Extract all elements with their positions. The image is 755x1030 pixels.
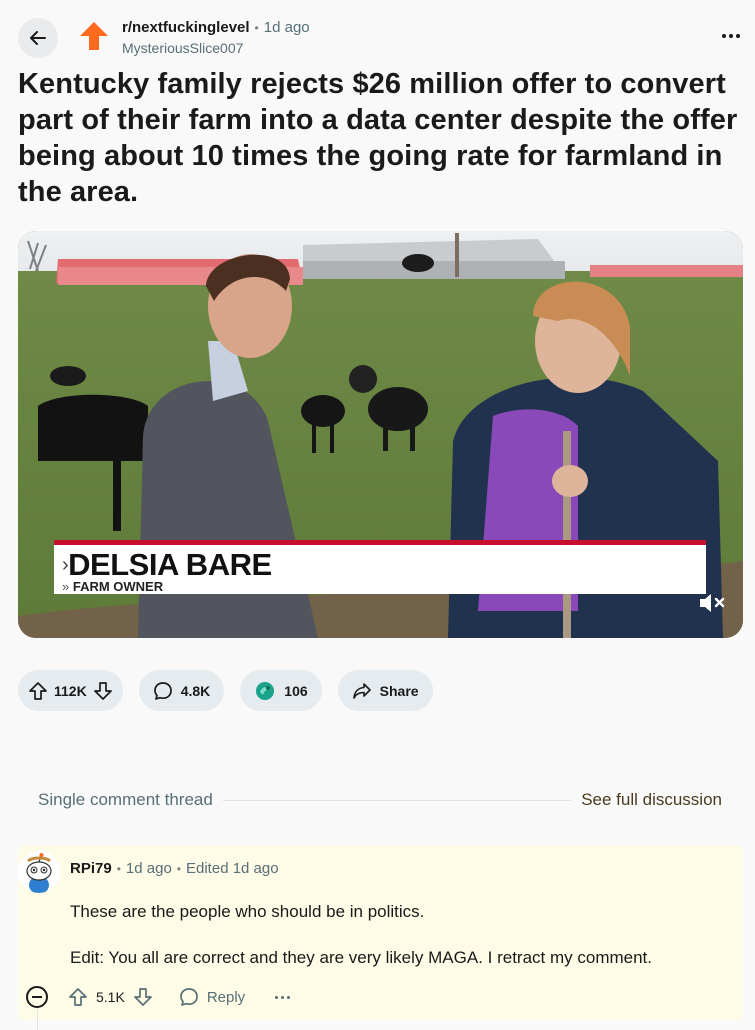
share-label: Share: [379, 682, 419, 699]
video-player[interactable]: ›DELSIA BARE » FARM OWNER: [18, 231, 743, 638]
see-full-discussion-link[interactable]: See full discussion: [581, 790, 722, 810]
share-icon: [352, 682, 371, 699]
post-meta: r/nextfuckinglevel • 1d ago: [122, 19, 310, 36]
post-title: Kentucky family rejects $26 million offe…: [18, 68, 738, 208]
more-icon: [722, 34, 726, 38]
vote-pill: 112K: [18, 670, 123, 711]
mute-icon[interactable]: [697, 591, 727, 615]
comment-vote-count: 5.1K: [96, 989, 125, 1005]
comment-time: 1d ago: [125, 860, 172, 877]
downvote-icon[interactable]: [93, 681, 113, 701]
comment-icon: [153, 681, 172, 700]
back-arrow-icon: [30, 31, 46, 45]
post-author[interactable]: MysteriousSlice007: [122, 40, 243, 56]
comment-highlighted: RPi79 • 1d ago • Edited 1d ago These are…: [18, 845, 743, 1030]
post-page: r/nextfuckinglevel • 1d ago MysteriousSl…: [0, 0, 755, 1030]
separator-dot: •: [176, 861, 181, 876]
comment-author[interactable]: RPi79: [70, 860, 112, 877]
subreddit-name[interactable]: r/nextfuckinglevel: [122, 19, 250, 36]
comment-more-button[interactable]: [275, 995, 291, 999]
comment-body-line-2: Edit: You all are correct and they are v…: [70, 948, 653, 967]
comment-actions: 5.1K Reply: [26, 983, 291, 1011]
collapse-icon[interactable]: [26, 986, 48, 1008]
reply-button[interactable]: Reply: [179, 987, 245, 1007]
post-header: r/nextfuckinglevel • 1d ago MysteriousSl…: [0, 0, 755, 66]
lower-third-name: ›DELSIA BARE: [62, 547, 272, 582]
thread-label: Single comment thread: [38, 790, 213, 809]
separator-dot: •: [254, 20, 259, 35]
award-icon: [256, 681, 275, 700]
post-actions: 112K 4.8K 106 Share: [18, 670, 433, 711]
award-button[interactable]: 106: [240, 670, 322, 711]
upvote-icon[interactable]: [28, 681, 48, 701]
divider: [222, 799, 572, 801]
lower-third-banner: ›DELSIA BARE » FARM OWNER: [54, 540, 706, 594]
separator-dot: •: [116, 861, 121, 876]
lower-third-role: » FARM OWNER: [62, 579, 164, 594]
comment-edited: Edited 1d ago: [186, 860, 279, 877]
comment-meta: RPi79 • 1d ago • Edited 1d ago: [70, 860, 279, 877]
thread-header: Single comment thread See full discussio…: [38, 788, 722, 812]
avatar-icon[interactable]: [18, 851, 60, 893]
post-time: 1d ago: [263, 19, 310, 36]
reply-label: Reply: [206, 988, 246, 1006]
comments-button[interactable]: 4.8K: [138, 670, 225, 711]
thread-line: [37, 1009, 38, 1030]
comment-downvote-icon[interactable]: [133, 987, 153, 1007]
reply-icon: [179, 988, 198, 1006]
comment-upvote-icon[interactable]: [68, 987, 88, 1007]
comment-count: 4.8K: [180, 682, 211, 699]
award-count: 106: [284, 682, 308, 699]
subreddit-icon[interactable]: [78, 20, 110, 52]
upvote-count: 112K: [54, 682, 87, 699]
share-button[interactable]: Share: [337, 670, 433, 711]
back-button[interactable]: [18, 18, 58, 58]
comment-body-line-1: These are the people who should be in po…: [70, 902, 425, 921]
more-options-button[interactable]: [717, 26, 745, 46]
